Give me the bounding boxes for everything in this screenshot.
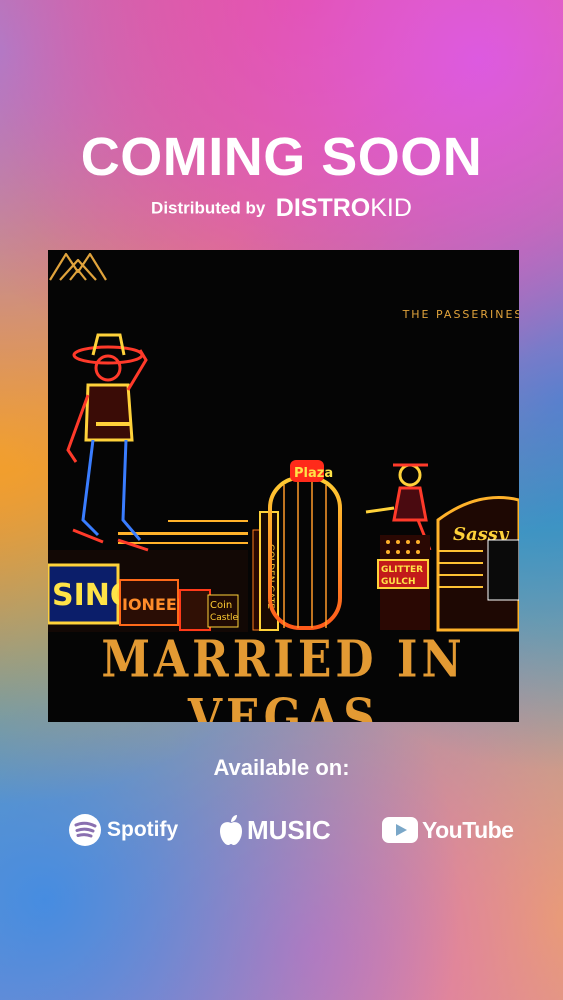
headline: COMING SOON (80, 127, 483, 187)
apple-music-link[interactable]: MUSIC (218, 812, 331, 848)
svg-text:Plaza: Plaza (294, 466, 333, 481)
spotify-label: Spotify (107, 818, 179, 841)
youtube-link[interactable]: YouTube (382, 812, 514, 848)
artist-name: THE PASSERINES (402, 308, 519, 321)
distrokid-logo-bold: DISTRO (275, 194, 371, 222)
svg-text:Coin: Coin (210, 600, 232, 611)
apple-music-label: MUSIC (247, 814, 331, 845)
apple-icon (220, 815, 242, 845)
distributed-by: Distributed by DISTROKID (0, 194, 563, 223)
album-title: MARRIED IN VEGAS (101, 630, 466, 722)
spotify-link[interactable]: Spotify (68, 812, 178, 848)
svg-text:GULCH: GULCH (381, 577, 416, 587)
album-cover: SINO IONEER Coin Castle GOLDEN GATE Plaz… (48, 250, 519, 722)
distributed-by-prefix: Distributed by (151, 198, 266, 218)
svg-text:Castle: Castle (210, 613, 239, 623)
band-logo-icon (49, 252, 107, 281)
svg-text:GLITTER: GLITTER (381, 565, 423, 575)
available-on-heading: Available on: (213, 755, 350, 780)
youtube-icon (382, 817, 418, 843)
distrokid-logo-light: KID (370, 194, 412, 222)
spotify-icon (69, 814, 101, 846)
youtube-label: YouTube (422, 816, 514, 843)
